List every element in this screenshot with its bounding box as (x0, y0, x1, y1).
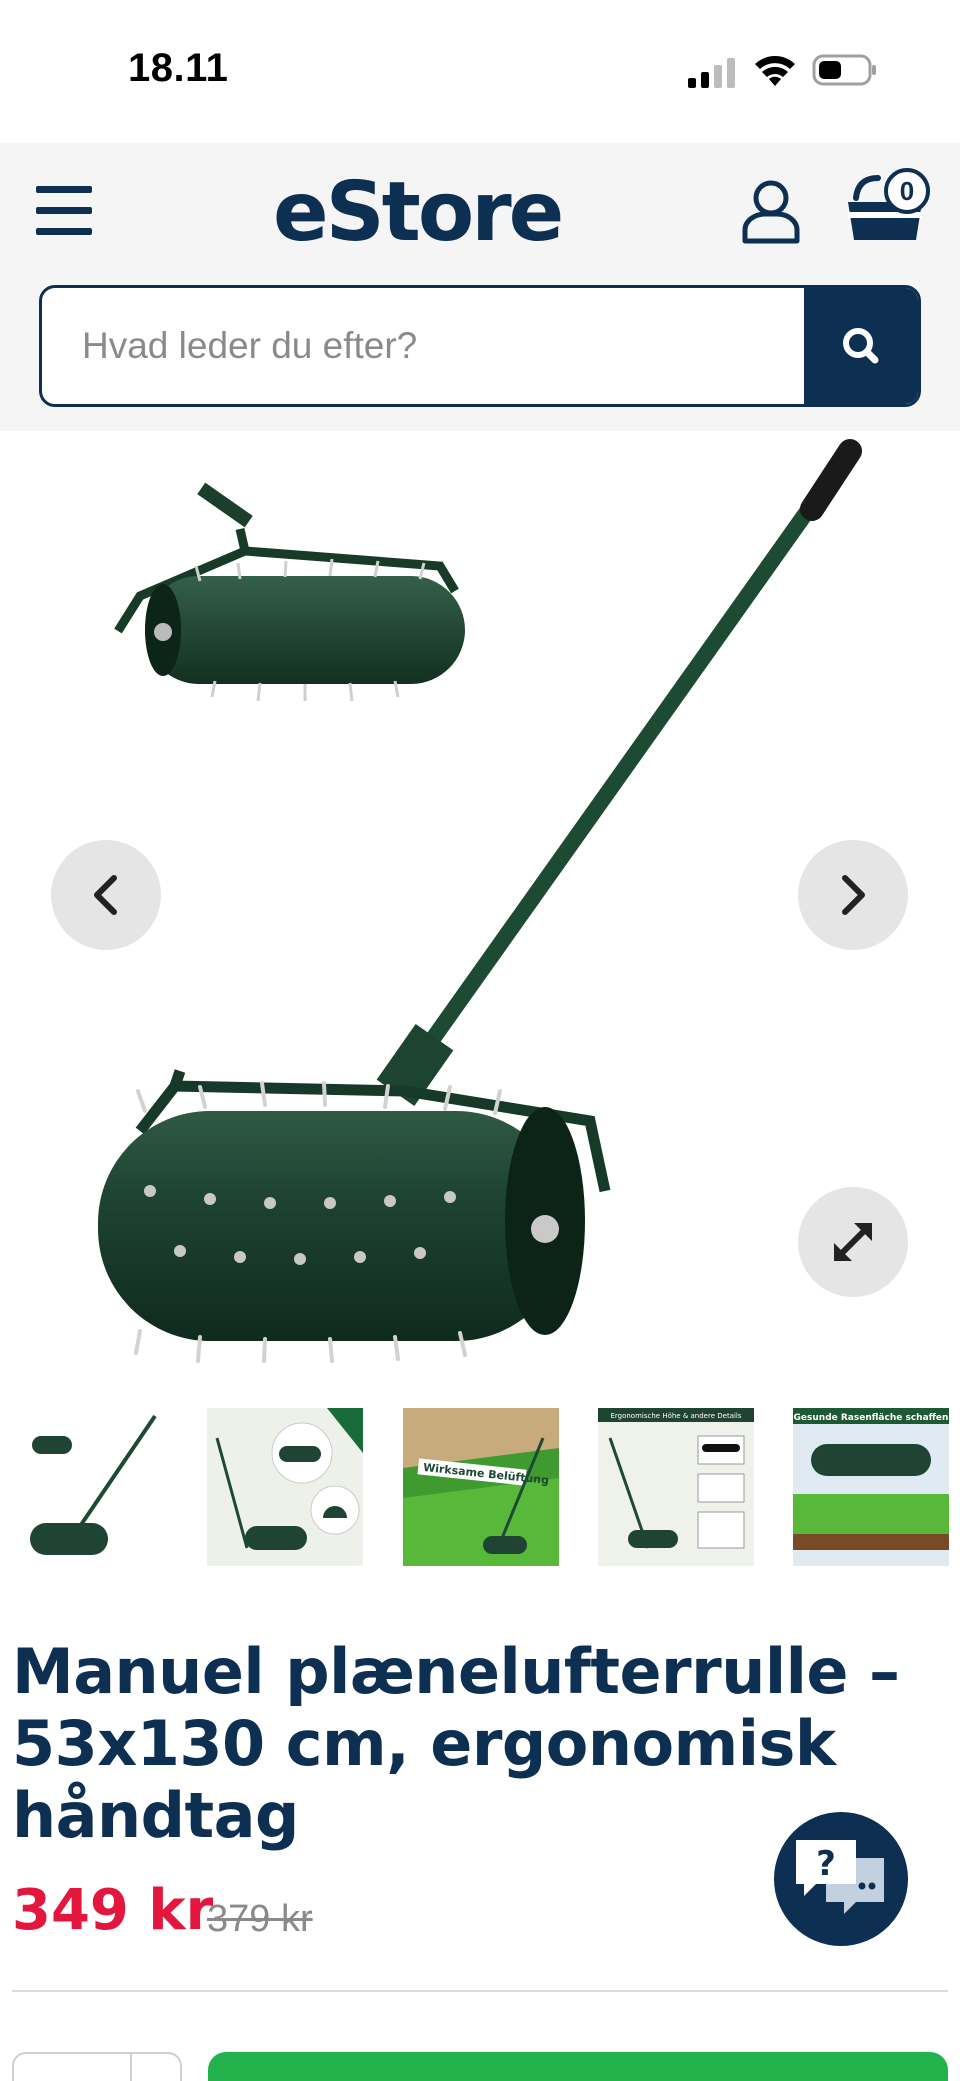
thumbnail-1[interactable] (12, 1408, 168, 1566)
store-logo[interactable]: eStore (273, 163, 564, 263)
product-old-price: 379 kr (207, 1898, 313, 1940)
battery-icon (812, 54, 876, 86)
chat-bubbles-icon: ? (796, 1840, 884, 1914)
expand-icon (834, 1223, 872, 1261)
status-time: 18.11 (128, 46, 229, 90)
cellular-signal-icon (688, 58, 735, 88)
status-bar: 18.11 (0, 0, 960, 143)
fullscreen-button[interactable] (798, 1187, 908, 1297)
thumbnail-4-caption: Ergonomische Höhe & andere Details (610, 1412, 741, 1420)
previous-image-button[interactable] (51, 840, 161, 950)
thumbnail-3[interactable]: Wirksame Belüftung (403, 1408, 559, 1566)
account-icon[interactable] (740, 178, 802, 244)
hamburger-menu-icon[interactable] (36, 184, 94, 236)
thumbnail-4[interactable]: Ergonomische Höhe & andere Details (598, 1408, 754, 1566)
product-gallery (0, 431, 960, 1363)
search-button[interactable] (804, 288, 918, 404)
thumbnail-strip: Wirksame Belüftung Ergonomische Höhe & a… (0, 1408, 960, 1568)
chat-question-mark: ? (816, 1844, 836, 1884)
product-price: 349 kr (12, 1878, 214, 1943)
quantity-stepper[interactable] (12, 2052, 182, 2081)
search-input[interactable] (42, 288, 806, 404)
wifi-icon (755, 56, 795, 86)
chevron-left-icon (94, 875, 117, 915)
quantity-divider (130, 2054, 132, 2081)
search-bar (39, 285, 921, 407)
thumbnail-5[interactable]: Gesunde Rasenfläche schaffen (793, 1408, 949, 1566)
divider (12, 1990, 948, 1992)
thumbnail-2[interactable] (207, 1408, 363, 1566)
thumbnail-5-caption: Gesunde Rasenfläche schaffen (794, 1413, 949, 1423)
search-icon (843, 328, 879, 364)
add-to-cart-button[interactable] (208, 2052, 948, 2081)
chevron-right-icon (842, 875, 865, 915)
chat-support-button[interactable]: ? (774, 1812, 908, 1946)
cart-count-badge[interactable]: 0 (884, 168, 930, 214)
next-image-button[interactable] (798, 840, 908, 950)
